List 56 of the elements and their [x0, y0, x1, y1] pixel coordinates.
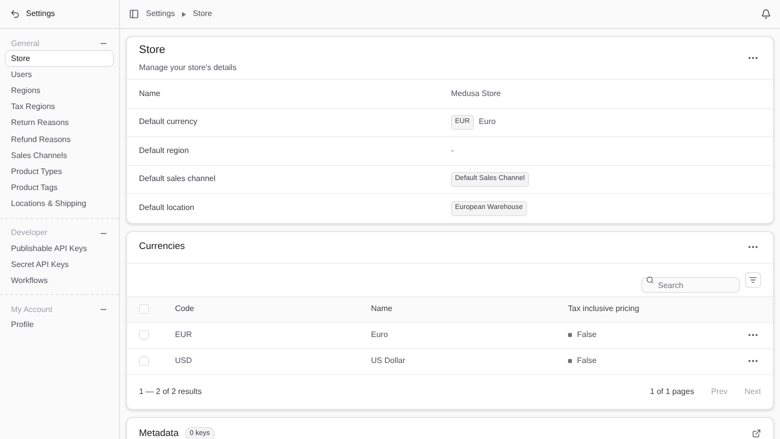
sidebar-item[interactable]: Publishable API Keys — [6, 241, 113, 256]
column-header: Code — [175, 303, 196, 315]
field-label: Default location — [139, 202, 196, 214]
checkbox[interactable] — [139, 304, 149, 314]
sidebar-toggle-icon[interactable] — [129, 9, 139, 19]
field-value: - — [451, 144, 454, 157]
back-icon[interactable] — [10, 9, 20, 19]
sidebar-item[interactable]: Refund Reasons — [6, 132, 113, 148]
sidebar-item[interactable]: Product Tags — [6, 180, 113, 196]
results-count: 1 — 2 of 2 results — [139, 386, 202, 398]
sidebar-item[interactable]: Product Types — [6, 164, 113, 180]
sidebar-item[interactable]: Sales Channels — [6, 148, 113, 164]
notification-icon[interactable] — [761, 9, 771, 19]
field-label: Default region — [139, 144, 190, 157]
sidebar-title: Settings — [26, 8, 55, 20]
sidebar-item[interactable]: Return Reasons — [6, 116, 113, 131]
card-title: Metadata — [139, 426, 179, 439]
table-cell: False — [577, 355, 597, 367]
table-cell-text: US Dollar — [371, 355, 406, 367]
field-value: Medusa Store — [451, 88, 501, 100]
card-title: Currencies — [139, 240, 185, 254]
chevron-icon — [182, 12, 186, 16]
section-heading: General — [11, 38, 40, 50]
table-cell-text: EUR — [175, 329, 193, 341]
page-count: 1 of 1 pages — [650, 386, 694, 398]
search-field[interactable]: Search — [641, 277, 740, 293]
table-cell-text: Euro — [371, 329, 389, 341]
sidebar-item[interactable]: Locations & Shipping — [6, 196, 113, 212]
field-value: Euro — [478, 116, 496, 128]
sidebar-item[interactable]: Workflows — [6, 273, 113, 288]
section-heading: My Account — [11, 304, 52, 316]
field-label: Default sales channel — [139, 173, 216, 186]
card-subtitle: Manage your store's details — [139, 62, 237, 74]
card-title: Store — [139, 43, 166, 58]
section-heading: Developer — [11, 227, 48, 240]
checkbox[interactable] — [139, 356, 149, 366]
sidebar-item[interactable]: Users — [6, 67, 113, 82]
search-icon — [646, 276, 654, 284]
sidebar-item[interactable]: Tax Regions — [6, 100, 113, 115]
column-header: Tax inclusive pricing — [568, 303, 640, 315]
sidebar-item[interactable]: Secret API Keys — [6, 257, 113, 272]
breadcrumb-item[interactable]: Settings — [146, 8, 175, 20]
column-header: Name — [371, 303, 394, 315]
table-cell: False — [577, 329, 597, 341]
external-link-icon[interactable] — [752, 428, 761, 438]
breadcrumb-item[interactable]: Store — [192, 8, 212, 20]
field-label: Default currency — [139, 116, 198, 128]
checkbox[interactable] — [139, 330, 149, 340]
status-icon — [568, 359, 572, 363]
field-label: Name — [139, 88, 162, 100]
status-icon — [568, 333, 572, 337]
sidebar-item[interactable]: Profile — [6, 318, 113, 333]
sidebar-item[interactable]: Store — [6, 51, 113, 66]
sidebar-item[interactable]: Regions — [6, 84, 113, 99]
sort-button[interactable] — [745, 272, 761, 288]
table-cell-text: USD — [175, 355, 193, 367]
